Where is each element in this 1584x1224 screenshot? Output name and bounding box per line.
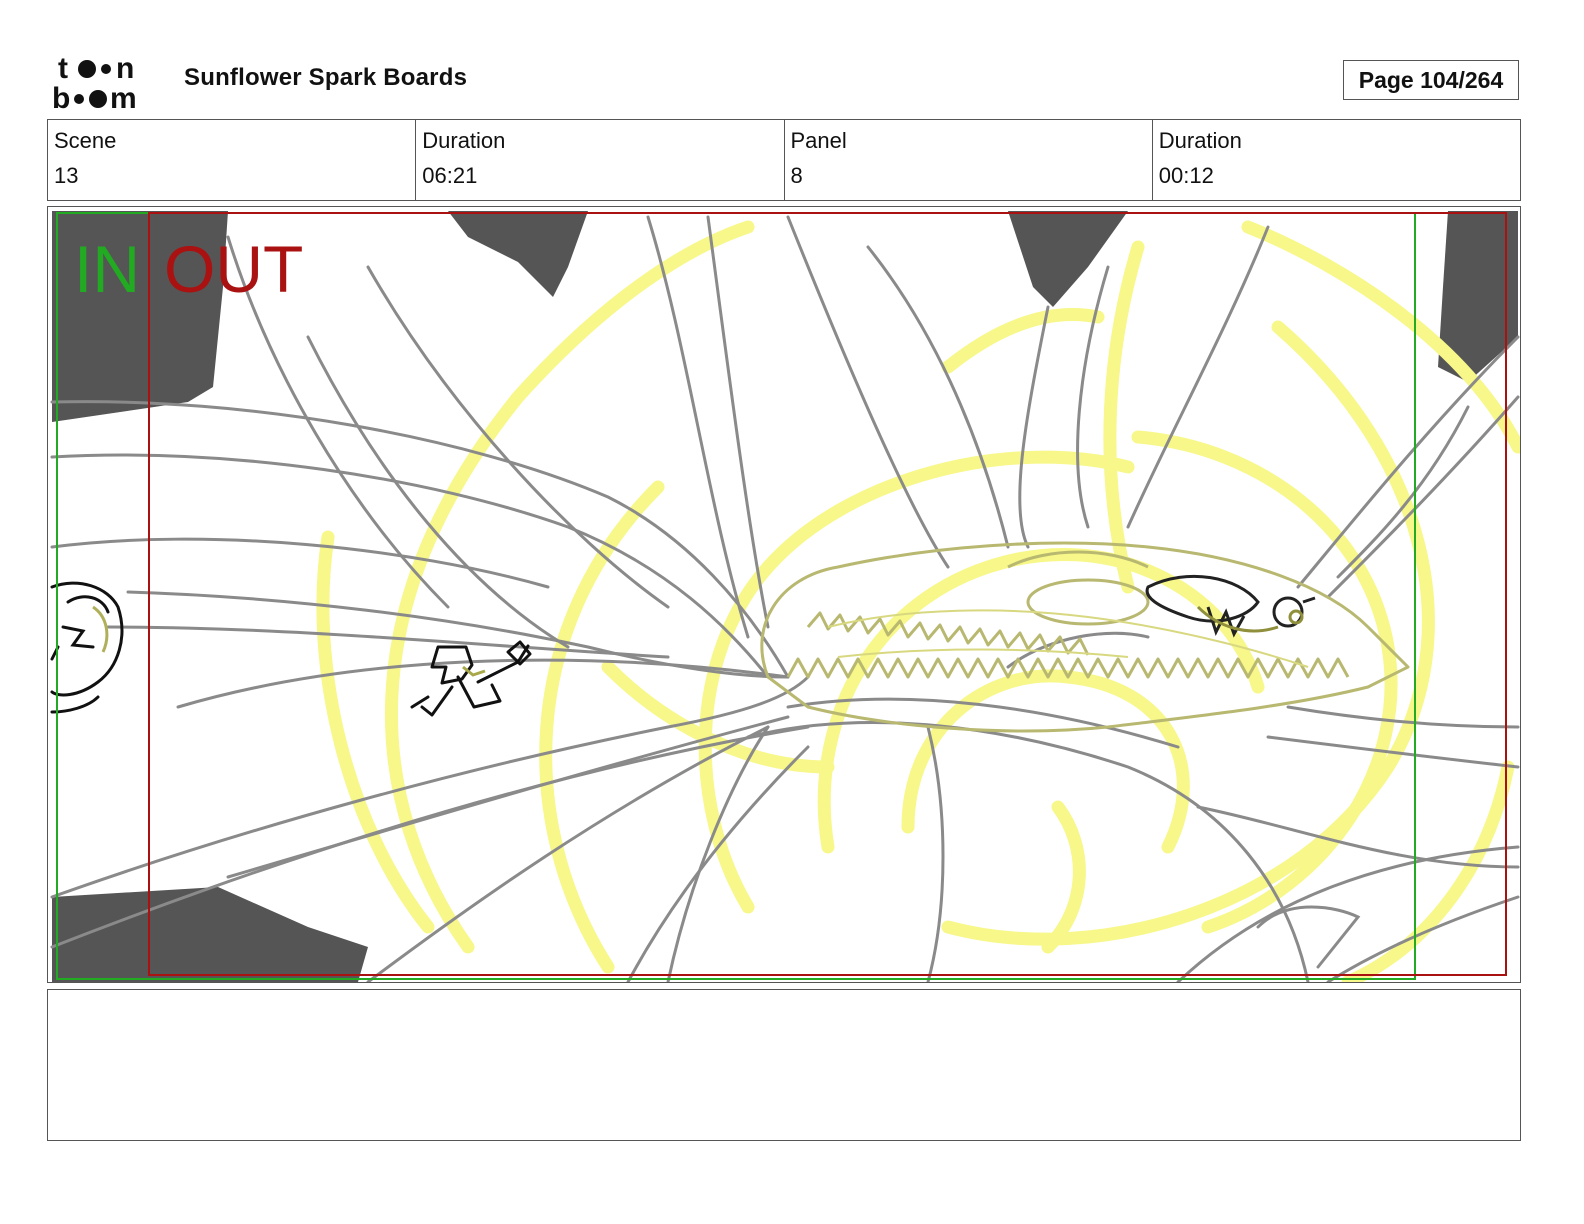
scene-duration-cell: Duration 06:21 bbox=[416, 120, 785, 200]
svg-text:m: m bbox=[110, 82, 137, 110]
scene-info-table: Scene 13 Duration 06:21 Panel 8 Duration… bbox=[47, 119, 1521, 201]
svg-text:b: b bbox=[52, 82, 70, 110]
svg-text:t: t bbox=[58, 52, 68, 85]
scene-value: 13 bbox=[54, 163, 79, 188]
toonboom-logo: toonboom t n b m bbox=[52, 52, 137, 110]
svg-text:n: n bbox=[116, 52, 134, 85]
storyboard-panel bbox=[47, 206, 1521, 983]
panel-duration-cell: Duration 00:12 bbox=[1153, 120, 1520, 200]
out-label: OUT bbox=[164, 232, 304, 306]
panel-sketch bbox=[48, 207, 1520, 982]
panel-notes-box[interactable] bbox=[47, 989, 1521, 1141]
scene-duration-label: Duration bbox=[422, 128, 506, 153]
panel-value: 8 bbox=[790, 163, 803, 188]
panel-duration-value: 00:12 bbox=[1158, 163, 1214, 188]
in-label: IN bbox=[74, 232, 140, 306]
scene-label: Scene bbox=[54, 128, 117, 153]
scene-duration-value: 06:21 bbox=[422, 163, 478, 188]
board-title: Sunflower Spark Boards bbox=[184, 64, 468, 91]
panel-label: Panel bbox=[790, 128, 847, 153]
panel-cell: Panel 8 bbox=[785, 120, 1153, 200]
page-indicator: Page 104/264 bbox=[1343, 60, 1519, 100]
scene-cell: Scene 13 bbox=[48, 120, 417, 200]
panel-duration-label: Duration bbox=[1158, 128, 1242, 153]
